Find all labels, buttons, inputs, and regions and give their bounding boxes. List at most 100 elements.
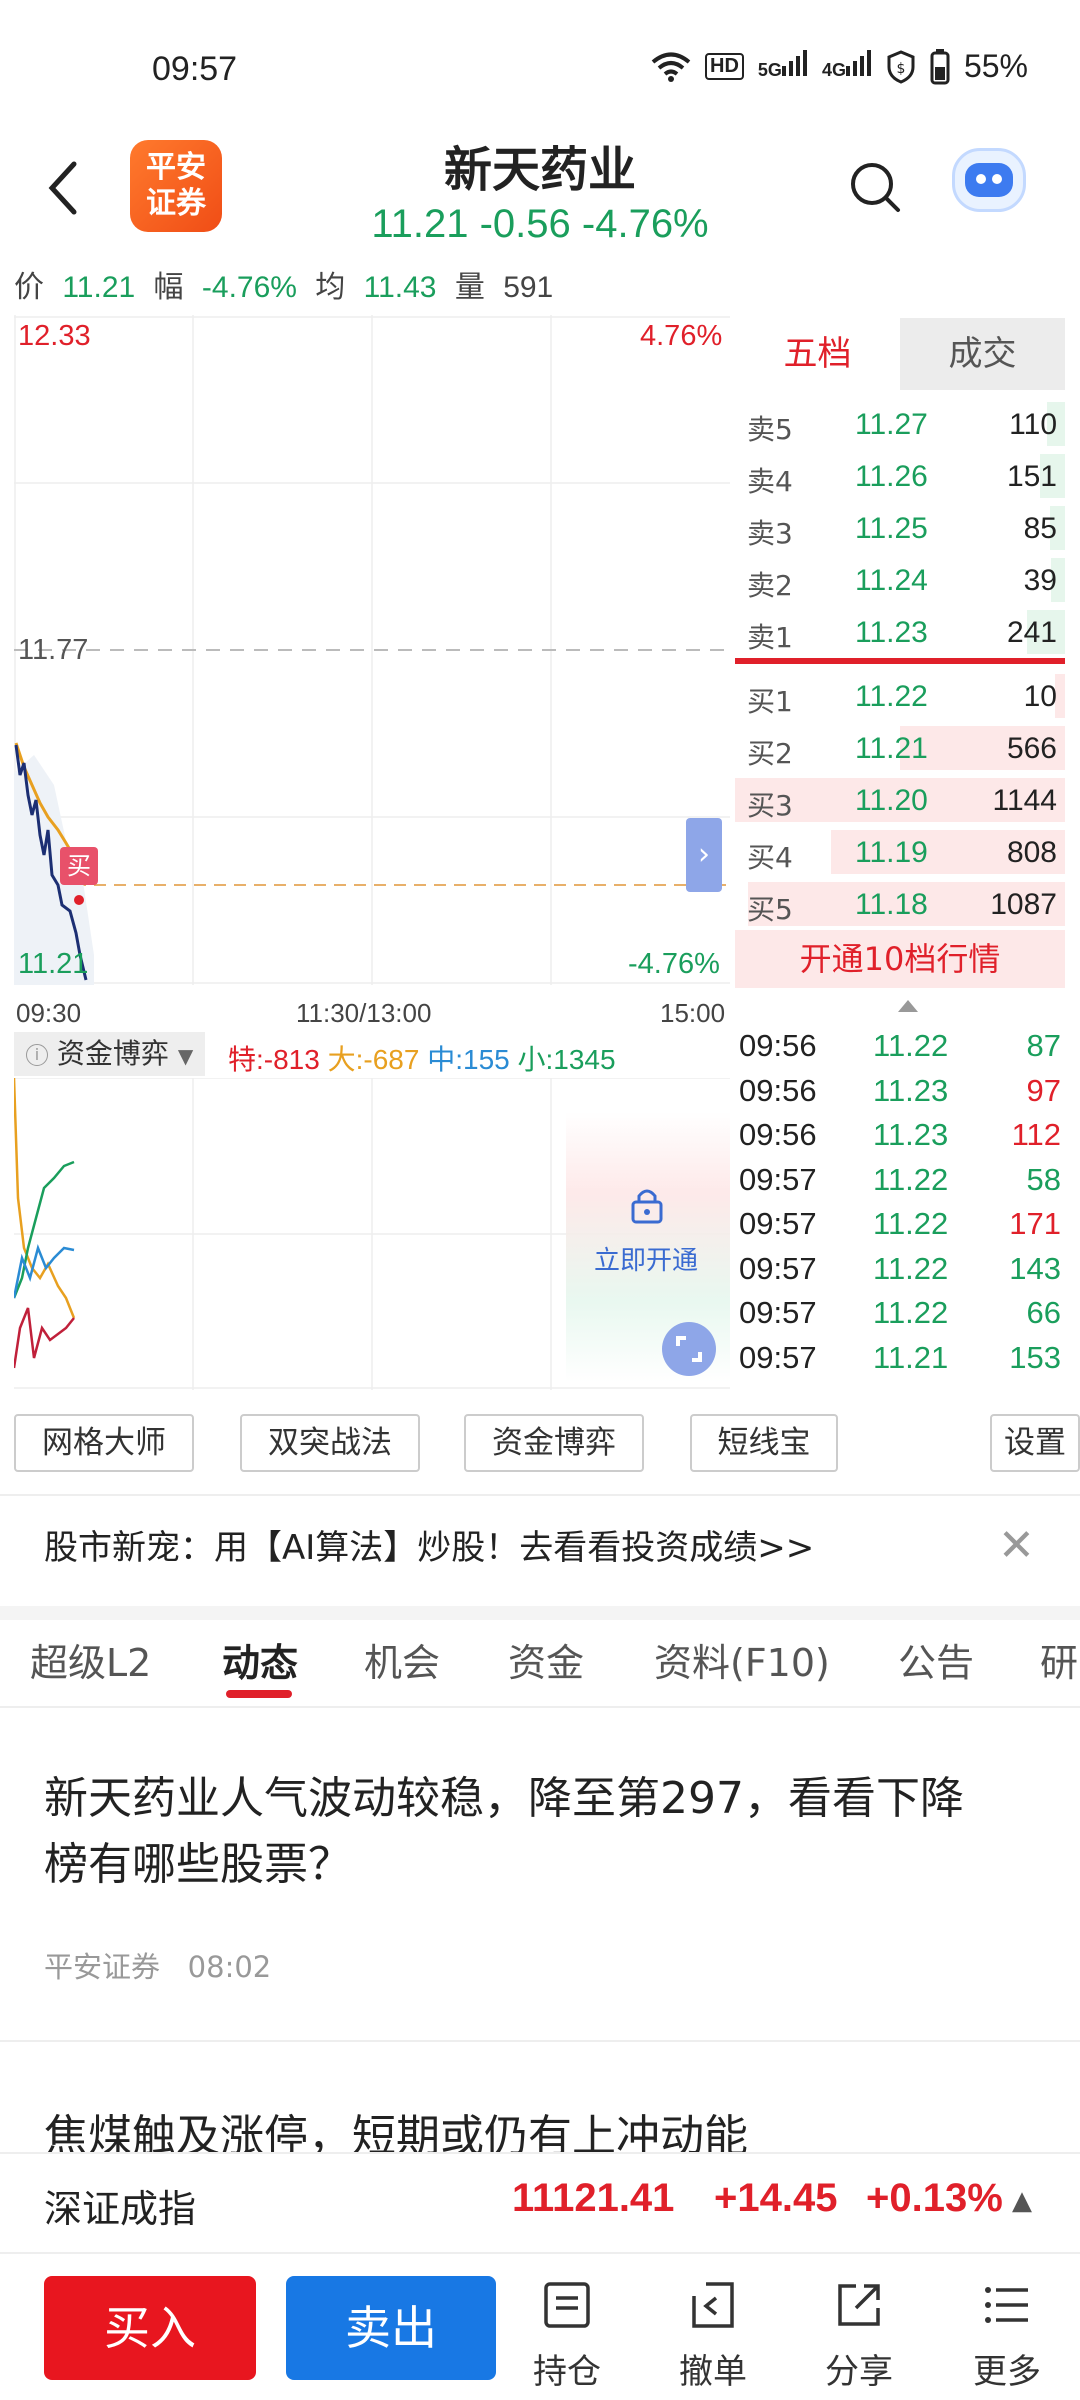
fund-game-tab[interactable]: i 资金博弈 ▼ bbox=[14, 1032, 206, 1076]
expand-up-icon[interactable]: ▲ bbox=[1012, 2186, 1032, 2216]
settings-button[interactable]: 设置 bbox=[990, 1414, 1080, 1472]
level-volume: 39 bbox=[1023, 564, 1057, 597]
level-volume: 10 bbox=[1023, 680, 1057, 713]
more-menu-icon bbox=[985, 2287, 1028, 2323]
trade-row: 09:57 11.22 66 bbox=[735, 1295, 1065, 1340]
index-name: 深证成指 bbox=[44, 2187, 197, 2231]
tab-dynamics[interactable]: 动态 bbox=[222, 1632, 298, 1687]
buy-level-row[interactable]: 买4 11.19 808 bbox=[735, 826, 1065, 878]
status-icons: HD 5G 4G $ 55% bbox=[651, 48, 1028, 85]
tab-research[interactable]: 研 bbox=[1040, 1632, 1078, 1687]
fund-te: 特:-813 bbox=[228, 1044, 320, 1075]
trade-volume: 97 bbox=[1026, 1072, 1061, 1108]
fund-game-header: i 资金博弈 ▼ 特:-813 大:-687 中:155 小:1345 bbox=[14, 1032, 730, 1076]
strategy-short-line[interactable]: 短线宝 bbox=[690, 1414, 838, 1472]
tab-opportunity[interactable]: 机会 bbox=[364, 1632, 440, 1687]
status-bar: 09:57 HD 5G 4G $ 55% bbox=[0, 0, 1080, 120]
news-time: 08:02 bbox=[187, 1950, 272, 1984]
chart-prev-close: 11.77 bbox=[18, 634, 89, 666]
unlock-button[interactable]: 立即开通 bbox=[594, 1240, 698, 1277]
more-label: 更多 bbox=[973, 2352, 1041, 2392]
trade-time: 09:57 bbox=[739, 1295, 817, 1330]
trade-volume: 153 bbox=[1009, 1339, 1061, 1375]
level-price: 11.26 bbox=[855, 460, 928, 493]
close-icon[interactable]: ✕ bbox=[998, 1520, 1035, 1571]
tab-f10[interactable]: 资料(F10) bbox=[654, 1632, 830, 1687]
signal-5g-icon: 5G bbox=[758, 50, 808, 83]
level-label: 卖3 bbox=[747, 517, 793, 550]
buy-level-row[interactable]: 买1 11.22 10 bbox=[735, 670, 1065, 722]
sell-level-row[interactable]: 卖4 11.26 151 bbox=[735, 450, 1065, 502]
strategy-fund-game[interactable]: 资金博弈 bbox=[464, 1414, 644, 1472]
level-price: 11.25 bbox=[855, 512, 928, 545]
buy-level-row[interactable]: 买3 11.20 1144 bbox=[735, 774, 1065, 826]
level-label: 买5 bbox=[747, 893, 793, 926]
more-button[interactable]: 更多 bbox=[962, 2280, 1052, 2393]
buy-button[interactable]: 买入 bbox=[44, 2276, 256, 2380]
trade-time: 09:56 bbox=[739, 1028, 817, 1063]
level-price: 11.21 bbox=[855, 732, 928, 765]
level-price: 11.27 bbox=[855, 408, 928, 441]
level-price: 11.22 bbox=[855, 680, 928, 713]
holdings-icon bbox=[544, 2282, 590, 2328]
chart-high-pct: 4.76% bbox=[640, 320, 723, 352]
index-change: +14.45 bbox=[714, 2176, 838, 2220]
level-volume: 151 bbox=[1006, 460, 1057, 493]
level-label: 卖2 bbox=[747, 569, 793, 602]
trade-time: 09:56 bbox=[739, 1072, 817, 1108]
tab-funds[interactable]: 资金 bbox=[508, 1632, 584, 1687]
cancel-order-icon bbox=[692, 2282, 734, 2328]
strategy-double-break[interactable]: 双突战法 bbox=[240, 1414, 420, 1472]
open-ten-level-button[interactable]: 开通10档行情 bbox=[735, 930, 1065, 988]
sell-level-row[interactable]: 卖2 11.24 39 bbox=[735, 554, 1065, 606]
trade-volume: 87 bbox=[1026, 1028, 1061, 1063]
trade-time: 09:57 bbox=[739, 1206, 817, 1241]
intraday-chart[interactable] bbox=[14, 315, 730, 985]
lock-icon bbox=[631, 1189, 663, 1224]
sell-level-row[interactable]: 卖3 11.25 85 bbox=[735, 502, 1065, 554]
time-open: 09:30 bbox=[16, 998, 82, 1028]
trade-row: 09:56 11.22 87 bbox=[735, 1028, 1065, 1073]
buy-signal-marker[interactable]: 买 bbox=[60, 847, 98, 885]
sell-level-row[interactable]: 卖1 11.23 241 bbox=[735, 606, 1065, 658]
level-label: 卖4 bbox=[747, 465, 793, 498]
buy-level-row[interactable]: 买5 11.18 1087 bbox=[735, 878, 1065, 930]
level-price: 11.18 bbox=[855, 888, 928, 921]
buy-level-row[interactable]: 买2 11.21 566 bbox=[735, 722, 1065, 774]
trade-row: 09:56 11.23 97 bbox=[735, 1073, 1065, 1118]
fullscreen-icon[interactable] bbox=[662, 1322, 716, 1376]
share-icon bbox=[838, 2284, 880, 2326]
trade-row: 09:57 11.21 153 bbox=[735, 1340, 1065, 1385]
level-label: 买1 bbox=[747, 685, 793, 718]
vol-label: 量 bbox=[454, 271, 485, 304]
holdings-button[interactable]: 持仓 bbox=[522, 2280, 612, 2393]
trade-volume: 58 bbox=[1026, 1161, 1061, 1197]
level-volume: 1144 bbox=[992, 784, 1057, 817]
cancel-order-button[interactable]: 撤单 bbox=[668, 2280, 758, 2393]
promo-banner[interactable]: 股市新宠：用【AI算法】炒股！去看看投资成绩>> bbox=[44, 1520, 814, 1569]
expand-chart-tab[interactable]: › bbox=[686, 818, 722, 892]
fund-da: 大:-687 bbox=[327, 1044, 420, 1075]
news-title[interactable]: 新天药业人气波动较稳，降至第297，看看下降榜有哪些股票？ bbox=[44, 1766, 1004, 1898]
hd-icon: HD bbox=[705, 53, 744, 80]
net1-label: 5G bbox=[757, 60, 782, 80]
trade-price: 11.21 bbox=[873, 1339, 949, 1375]
strategy-grid-master[interactable]: 网格大师 bbox=[14, 1414, 194, 1472]
tab-five-levels[interactable]: 五档 bbox=[735, 318, 900, 390]
sell-level-row[interactable]: 卖5 11.27 110 bbox=[735, 398, 1065, 450]
tab-super-l2[interactable]: 超级L2 bbox=[30, 1632, 151, 1687]
trade-time: 09:57 bbox=[739, 1339, 817, 1375]
trade-volume: 143 bbox=[1009, 1250, 1061, 1286]
level-label: 卖5 bbox=[747, 413, 793, 446]
trade-price: 11.22 bbox=[873, 1161, 949, 1197]
share-button[interactable]: 分享 bbox=[814, 2280, 904, 2393]
trade-ticks: 09:56 11.22 87 09:56 11.23 97 09:56 11.23 112 09:… bbox=[735, 1000, 1065, 1390]
sell-button[interactable]: 卖出 bbox=[286, 2276, 496, 2380]
search-icon[interactable] bbox=[848, 160, 902, 214]
section-gap bbox=[0, 1606, 1080, 1620]
divider bbox=[0, 1706, 1080, 1708]
ai-assistant-icon[interactable] bbox=[952, 148, 1026, 212]
tab-trades[interactable]: 成交 bbox=[900, 318, 1065, 390]
trade-price: 11.22 bbox=[873, 1028, 949, 1063]
tab-announcements[interactable]: 公告 bbox=[898, 1632, 974, 1687]
